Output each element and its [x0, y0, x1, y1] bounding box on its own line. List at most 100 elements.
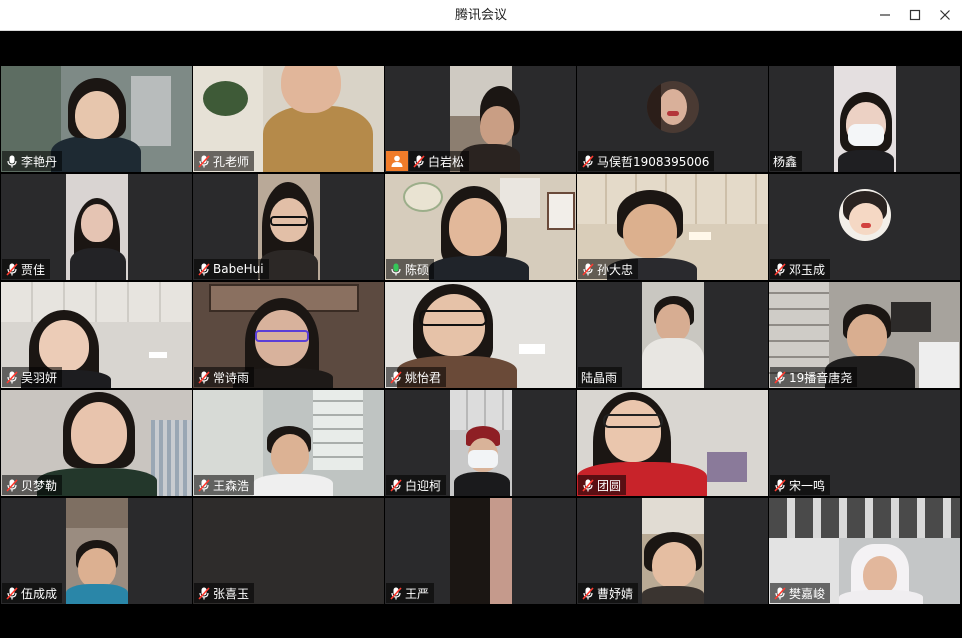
participant-tile[interactable]: 团圆 [577, 390, 768, 496]
microphone-muted-icon [5, 262, 18, 276]
participant-nameplate: 李艳丹 [2, 151, 63, 171]
participant-nameplate: 曹妤婧 [578, 583, 639, 603]
video-feed [834, 66, 896, 172]
microphone-muted-icon [5, 586, 18, 600]
participant-nameplate: 白岩松 [409, 151, 470, 171]
participant-nameplate: 邓玉成 [770, 259, 831, 279]
close-button[interactable] [932, 4, 958, 26]
video-feed [450, 498, 512, 604]
participant-name: 曹妤婧 [597, 586, 634, 601]
participant-tile[interactable]: 李艳丹 [1, 66, 192, 172]
participant-nameplate: 白迎柯 [386, 475, 447, 495]
participant-avatar [647, 81, 699, 133]
participant-name: 王严 [405, 586, 430, 601]
video-feed [642, 282, 704, 388]
participant-name: BabeHui [213, 262, 264, 276]
participant-nameplate: 贾佳 [2, 259, 51, 279]
participant-nameplate: 陆晶雨 [578, 367, 623, 387]
microphone-muted-icon [581, 478, 594, 492]
user-icon-badge [386, 151, 408, 171]
participant-name: 陈硕 [405, 262, 430, 277]
participant-nameplate: 贝梦勒 [2, 475, 63, 495]
microphone-muted-icon [412, 154, 425, 168]
microphone-muted-icon [197, 154, 210, 168]
participant-name: 王森浩 [213, 478, 250, 493]
microphone-muted-icon [5, 370, 18, 384]
microphone-muted-icon [581, 586, 594, 600]
microphone-muted-icon [773, 478, 786, 492]
participant-name: 常诗雨 [213, 370, 250, 385]
microphone-muted-icon [581, 262, 594, 276]
participant-name: 白迎柯 [405, 478, 442, 493]
participant-tile[interactable]: 樊嘉峻 [769, 498, 960, 604]
participant-nameplate: 宋一鸣 [770, 475, 831, 495]
participant-nameplate: BabeHui [194, 259, 269, 279]
microphone-muted-icon [389, 478, 402, 492]
participant-name: 杨鑫 [773, 154, 798, 169]
participant-tile[interactable]: 常诗雨 [193, 282, 384, 388]
participant-nameplate: 吴羽妍 [2, 367, 63, 387]
participant-tile[interactable]: 曹妤婧 [577, 498, 768, 604]
participant-nameplate: 孔老师 [194, 151, 255, 171]
participant-tile[interactable]: 宋一鸣 [769, 390, 960, 496]
window-title: 腾讯会议 [454, 8, 507, 23]
microphone-muted-icon [773, 370, 786, 384]
maximize-icon [909, 9, 921, 21]
participant-name: 吴羽妍 [21, 370, 58, 385]
microphone-active-icon [389, 262, 402, 276]
maximize-button[interactable] [902, 4, 928, 26]
video-feed [66, 498, 128, 604]
participant-tile[interactable]: 王严 [385, 498, 576, 604]
user-icon [391, 155, 403, 167]
bottom-black-strip [0, 604, 962, 638]
participant-tile[interactable]: 姚怡君 [385, 282, 576, 388]
participant-name: 邓玉成 [789, 262, 826, 277]
participant-tile[interactable]: 19播音唐尧 [769, 282, 960, 388]
participant-nameplate: 伍成成 [2, 583, 63, 603]
participant-nameplate: 王森浩 [194, 475, 255, 495]
participant-name: 团圆 [597, 478, 622, 493]
participant-name: 孔老师 [213, 154, 250, 169]
participant-tile[interactable]: 贝梦勒 [1, 390, 192, 496]
participant-tile[interactable]: BabeHui [193, 174, 384, 280]
microphone-muted-icon [197, 262, 210, 276]
participant-nameplate: 陈硕 [386, 259, 435, 279]
microphone-muted-icon [5, 478, 18, 492]
participant-name: 樊嘉峻 [789, 586, 826, 601]
participant-nameplate: 孙大忠 [578, 259, 639, 279]
participant-tile[interactable]: 杨鑫 [769, 66, 960, 172]
top-black-strip [0, 31, 962, 66]
microphone-muted-icon [773, 586, 786, 600]
participant-nameplate: 马俣哲1908395006 [578, 151, 715, 171]
participant-tile[interactable]: 吴羽妍 [1, 282, 192, 388]
participant-nameplate: 团圆 [578, 475, 627, 495]
microphone-muted-icon [197, 370, 210, 384]
participant-tile[interactable]: 陈硕 [385, 174, 576, 280]
participant-tile[interactable]: 张喜玉 [193, 498, 384, 604]
participant-tile[interactable]: 陆晶雨 [577, 282, 768, 388]
participant-tile[interactable]: 贾佳 [1, 174, 192, 280]
minimize-button[interactable] [872, 4, 898, 26]
microphone-muted-icon [389, 370, 402, 384]
video-feed [450, 390, 512, 496]
participant-nameplate: 19播音唐尧 [770, 367, 858, 387]
participant-tile[interactable]: 邓玉成 [769, 174, 960, 280]
participant-name: 白岩松 [428, 154, 465, 169]
participant-tile[interactable]: 白迎柯 [385, 390, 576, 496]
close-icon [940, 10, 950, 20]
participant-name: 宋一鸣 [789, 478, 826, 493]
participant-tile[interactable]: 孔老师 [193, 66, 384, 172]
microphone-muted-icon [389, 586, 402, 600]
participant-name: 姚怡君 [405, 370, 442, 385]
video-feed [642, 498, 704, 604]
microphone-muted-icon [197, 478, 210, 492]
participant-nameplate: 姚怡君 [386, 367, 447, 387]
participant-tile[interactable]: 王森浩 [193, 390, 384, 496]
microphone-muted-icon [197, 586, 210, 600]
participant-tile[interactable]: 孙大忠 [577, 174, 768, 280]
participant-tile[interactable]: 伍成成 [1, 498, 192, 604]
participant-tile[interactable]: 白岩松 [385, 66, 576, 172]
minimize-icon [880, 14, 890, 16]
participant-name: 19播音唐尧 [789, 370, 853, 385]
participant-tile[interactable]: 马俣哲1908395006 [577, 66, 768, 172]
